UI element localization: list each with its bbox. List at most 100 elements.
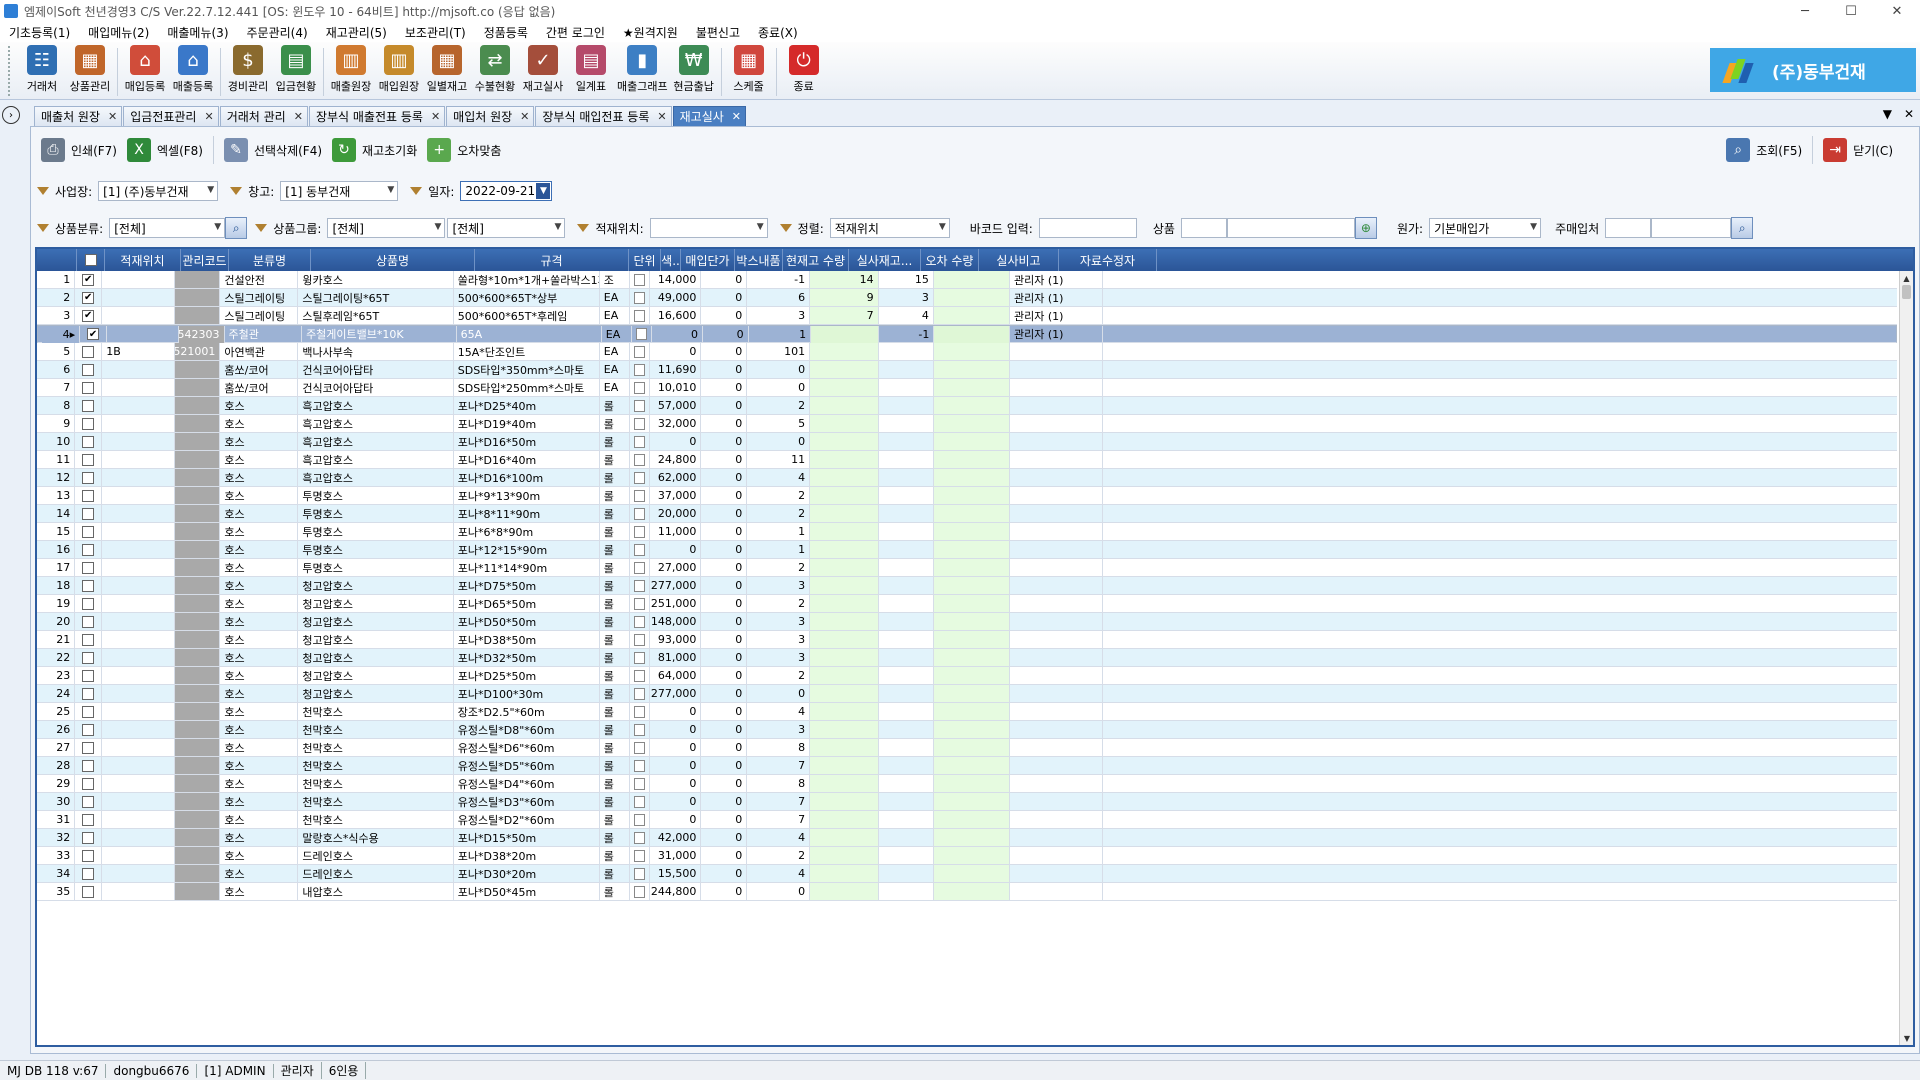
cell-chk[interactable]	[75, 757, 103, 774]
table-row[interactable]: 32 호스 말랑호스*식수용 포나*D15*50m 롤 42,000 0 4	[37, 829, 1897, 847]
column-header[interactable]: 상품명	[311, 249, 475, 271]
cell-real[interactable]	[810, 433, 879, 450]
cell-note[interactable]	[933, 793, 1010, 810]
column-header[interactable]: 현재고 수량	[783, 249, 849, 271]
cell-chk[interactable]	[75, 775, 103, 792]
cell-note[interactable]	[933, 487, 1010, 504]
cost-select[interactable]: 기본매입가 ▼	[1429, 218, 1542, 238]
cell-note[interactable]	[933, 757, 1010, 774]
cell-real[interactable]	[810, 757, 879, 774]
cell-note[interactable]	[933, 847, 1010, 864]
scroll-up-icon[interactable]: ▲	[1900, 271, 1913, 285]
cell-loc[interactable]	[102, 865, 175, 882]
cell-real[interactable]	[810, 343, 879, 360]
select-all-checkbox[interactable]	[84, 254, 97, 266]
scroll-thumb[interactable]	[1902, 285, 1911, 299]
table-row[interactable]: 30 호스 천막호스 유정스틸*D3"*60m 롤 0 0 7	[37, 793, 1897, 811]
column-header[interactable]: 규격	[475, 249, 629, 271]
close-window-button[interactable]: ✕	[1874, 0, 1920, 22]
toolbar-button-client[interactable]: ☷ 거래처	[18, 42, 66, 96]
row-checkbox[interactable]	[82, 687, 95, 700]
row-checkbox[interactable]	[82, 777, 95, 790]
menu-item[interactable]: 간편 로그인	[537, 24, 614, 41]
table-row[interactable]: 4▸✔1542303주철관주철게이트밸브*10K65AEA001-1관리자 (1…	[37, 325, 1897, 343]
cell-chk[interactable]	[75, 451, 103, 468]
cell-chk[interactable]	[75, 847, 103, 864]
cell-real[interactable]	[810, 793, 879, 810]
scroll-down-icon[interactable]: ▼	[1900, 1031, 1913, 1045]
cell-loc[interactable]	[102, 667, 175, 684]
table-row[interactable]: 3 ✔ 스틸그레이팅 스틸후레임*65T 500*600*65T*후레임 EA 16,600…	[37, 307, 1897, 325]
cell-chk[interactable]	[75, 523, 103, 540]
cell-real[interactable]	[810, 739, 879, 756]
cell-note[interactable]	[933, 361, 1010, 378]
close-icon[interactable]: ✕	[294, 110, 303, 123]
cell-loc[interactable]	[102, 847, 175, 864]
cell-loc[interactable]	[102, 451, 175, 468]
table-row[interactable]: 26 호스 천막호스 유정스틸*D8"*60m 롤 0 0 3	[37, 721, 1897, 739]
cell-real[interactable]	[810, 883, 879, 900]
cell-real[interactable]	[810, 559, 879, 576]
cell-chk[interactable]	[75, 559, 103, 576]
cell-loc[interactable]	[102, 811, 175, 828]
toolbar-button-chart[interactable]: ▮ 매출그래프	[615, 42, 670, 96]
cell-chk[interactable]	[75, 541, 103, 558]
table-row[interactable]: 1 ✔ 건설안전 윙카호스 쏠라형*10m*1개+쏠라박스1개 조 14,000 0 -1 14 1…	[37, 271, 1897, 289]
cell-chk[interactable]	[75, 793, 103, 810]
cell-loc[interactable]	[107, 325, 179, 343]
cell-note[interactable]	[933, 685, 1010, 702]
row-checkbox[interactable]	[82, 615, 95, 628]
cell-loc[interactable]	[102, 631, 175, 648]
table-row[interactable]: 6 홈쏘/코어 건식코어아답타 SDS타입*350mm*스마토 EA 11,690 0 0	[37, 361, 1897, 379]
toolbar-button-sales[interactable]: ⌂ 매출등록	[169, 42, 217, 96]
cell-real[interactable]	[810, 595, 879, 612]
close-tab-icon[interactable]: ✕	[1904, 107, 1914, 121]
cell-note[interactable]	[933, 595, 1010, 612]
row-checkbox[interactable]	[82, 453, 95, 466]
cell-loc[interactable]: 1B	[102, 343, 175, 360]
cell-note[interactable]	[933, 631, 1010, 648]
table-row[interactable]: 8 호스 흑고압호스 포나*D25*40m 롤 57,000 0 2	[37, 397, 1897, 415]
cell-loc[interactable]	[102, 703, 175, 720]
cell-chk[interactable]	[75, 613, 103, 630]
row-checkbox[interactable]	[82, 489, 95, 502]
tab-1[interactable]: 입금전표관리 ✕	[123, 106, 219, 126]
category-search-button[interactable]: ⌕	[225, 217, 248, 239]
cell-real[interactable]	[810, 631, 879, 648]
toolbar-button-expense[interactable]: $ 경비관리	[224, 42, 272, 96]
table-row[interactable]: 2 ✔ 스틸그레이팅 스틸그레이팅*65T 500*600*65T*상부 EA 49,000…	[37, 289, 1897, 307]
row-checkbox[interactable]	[82, 507, 95, 520]
cell-loc[interactable]	[102, 649, 175, 666]
row-checkbox[interactable]	[82, 435, 95, 448]
cell-note[interactable]	[933, 703, 1010, 720]
product-name-input[interactable]	[1226, 218, 1355, 238]
cell-real[interactable]	[810, 829, 879, 846]
row-checkbox[interactable]	[82, 543, 95, 556]
cell-chk[interactable]	[75, 883, 103, 900]
row-checkbox[interactable]	[82, 723, 95, 736]
cell-loc[interactable]	[102, 775, 175, 792]
row-checkbox[interactable]	[82, 705, 95, 718]
vendor-name-input[interactable]	[1651, 218, 1732, 238]
row-checkbox[interactable]	[82, 813, 95, 826]
cell-real[interactable]	[810, 847, 879, 864]
column-header[interactable]	[37, 249, 77, 271]
cell-note[interactable]	[933, 397, 1010, 414]
tab-list-icon[interactable]: ▼	[1883, 107, 1892, 121]
row-checkbox[interactable]	[82, 867, 95, 880]
cell-loc[interactable]	[102, 397, 175, 414]
row-checkbox[interactable]	[82, 345, 95, 358]
cell-real[interactable]	[811, 325, 880, 343]
cell-real[interactable]	[810, 469, 879, 486]
toolbar-button-daily-report[interactable]: ▤ 일계표	[567, 42, 615, 96]
cell-real[interactable]	[810, 721, 879, 738]
cell-note[interactable]	[933, 667, 1010, 684]
toolbar-button-inout[interactable]: ⇄ 수불현황	[471, 42, 519, 96]
row-checkbox[interactable]	[82, 651, 95, 664]
menu-item[interactable]: 매출메뉴(3)	[158, 24, 237, 41]
cell-chk[interactable]	[75, 397, 103, 414]
table-row[interactable]: 11 호스 흑고압호스 포나*D16*40m 롤 24,800 0 11	[37, 451, 1897, 469]
cell-chk[interactable]	[75, 595, 103, 612]
adjust-diff-button[interactable]: + 오차맞춤	[427, 138, 501, 162]
cell-loc[interactable]	[102, 577, 175, 594]
